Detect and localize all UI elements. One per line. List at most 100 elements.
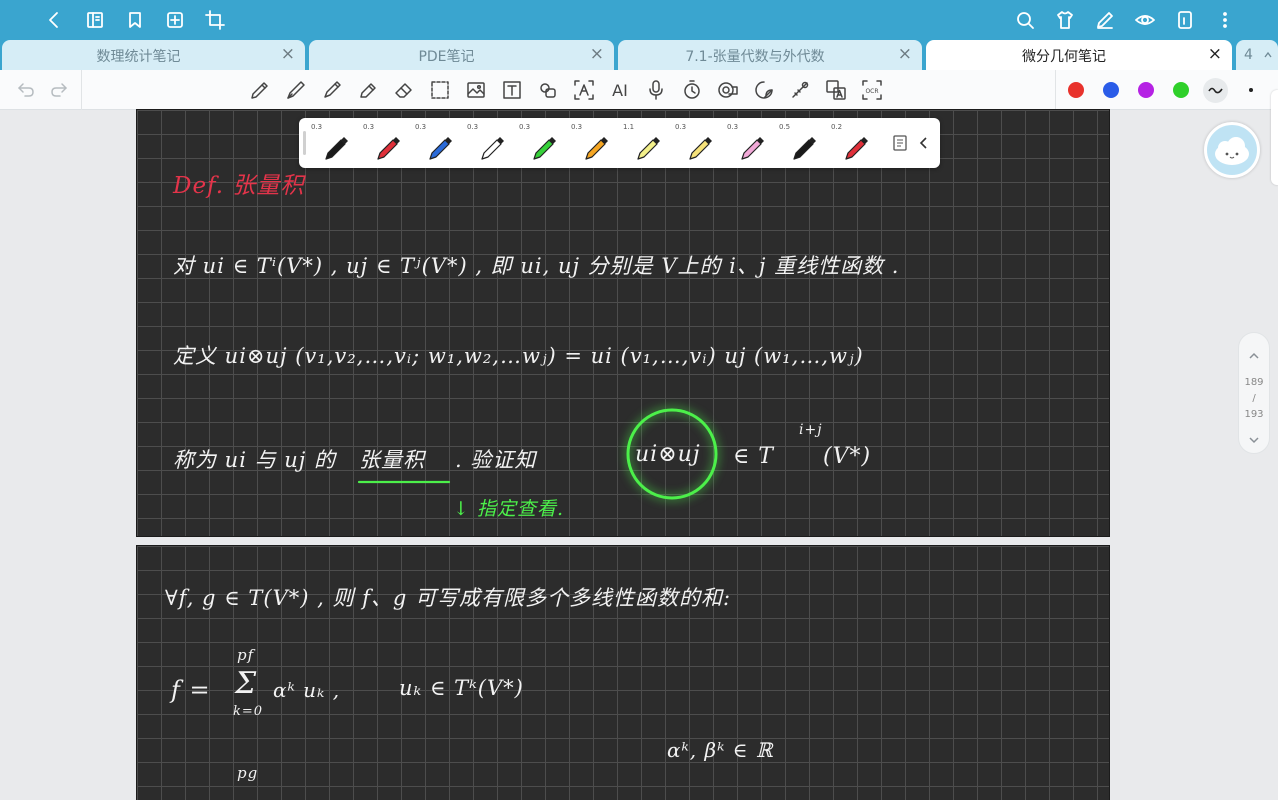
- side-panel-handle[interactable]: [1271, 90, 1278, 185]
- page-up-chevron-icon[interactable]: [1247, 349, 1261, 363]
- page-down-chevron-icon[interactable]: [1247, 433, 1261, 447]
- tab-bar: 数理统计笔记 × PDE笔记 × 7.1-张量代数与外代数 × 微分几何笔记 ×…: [0, 40, 1278, 70]
- top-app-bar: [0, 0, 1278, 40]
- tab-count[interactable]: 4: [1236, 40, 1278, 70]
- notebook-icon[interactable]: [84, 9, 106, 31]
- pen-icon: [689, 137, 712, 160]
- page2-g-sum-upper: pg: [237, 764, 259, 782]
- page2-f-term: αᵏ uₖ ,: [273, 678, 341, 702]
- pen-size-label: 1.1: [623, 123, 635, 131]
- pen-icon: [637, 137, 660, 160]
- color-purple-swatch[interactable]: [1138, 82, 1154, 98]
- tab-pde-notes[interactable]: PDE笔记 ×: [309, 40, 614, 70]
- pen-preset-9[interactable]: 0.3: [723, 118, 775, 168]
- pen-icon: [845, 137, 868, 160]
- fountain-pen-icon[interactable]: [284, 78, 308, 102]
- wave-icon: [1208, 87, 1223, 94]
- chevron-up-icon: [1264, 51, 1272, 58]
- page1-ink-layer: [357, 408, 718, 500]
- more-vertical-icon[interactable]: [1214, 9, 1236, 31]
- pen-icon: [481, 137, 504, 160]
- page2-uk: uₖ ∈ Tᵏ(V*): [399, 676, 524, 700]
- tab-tensor-algebra[interactable]: 7.1-张量代数与外代数 ×: [618, 40, 922, 70]
- pen-size-label: 0.3: [571, 123, 583, 131]
- laser-pointer-icon[interactable]: [788, 78, 812, 102]
- pen-preset-6[interactable]: 0.3: [567, 118, 619, 168]
- pen-mode-icon[interactable]: [1094, 9, 1116, 31]
- stroke-style-button[interactable]: [1203, 78, 1228, 103]
- undo-icon[interactable]: [14, 78, 38, 102]
- current-page-number: 189: [1244, 377, 1264, 388]
- pen-preset-10[interactable]: 0.5: [775, 118, 827, 168]
- pen-icon: [793, 137, 816, 160]
- view-eye-icon[interactable]: [1134, 9, 1156, 31]
- color-blue-swatch[interactable]: [1103, 82, 1119, 98]
- search-icon[interactable]: [1014, 9, 1036, 31]
- palette-settings-icon[interactable]: [891, 134, 909, 152]
- page2-sum-symbol: Σ: [235, 666, 258, 701]
- page2-sum-lower: k=0: [233, 704, 264, 719]
- bookmark-icon[interactable]: [124, 9, 146, 31]
- tab-label: 微分几何笔记: [1022, 49, 1106, 65]
- pen-preset-3[interactable]: 0.3: [411, 118, 463, 168]
- tab-close-icon[interactable]: ×: [281, 44, 295, 64]
- pen-preset-1[interactable]: 0.3: [307, 118, 359, 168]
- palette-drag-handle[interactable]: [303, 131, 306, 155]
- note-page-1[interactable]: Def. 张量积 对 ui ∈ Tⁱ(V*) , uj ∈ Tʲ(V*) , 即…: [136, 109, 1110, 537]
- pen-size-label: 0.3: [363, 123, 375, 131]
- pen-preset-11[interactable]: 0.2: [827, 118, 879, 168]
- page2-line1: ∀f, g ∈ T(V*) , 则 f、g 可写成有限多个多线性函数的和:: [165, 586, 732, 610]
- pencil-tool-icon[interactable]: [248, 78, 272, 102]
- microphone-icon[interactable]: [644, 78, 668, 102]
- pen-size-label: 0.5: [779, 123, 791, 131]
- eraser-icon[interactable]: [392, 78, 416, 102]
- toolbar-divider: [1055, 70, 1056, 110]
- pen-preset-4[interactable]: 0.3: [463, 118, 515, 168]
- pen-icon: [585, 137, 608, 160]
- tab-statistics-notes[interactable]: 数理统计笔记 ×: [2, 40, 305, 70]
- note-canvas[interactable]: Def. 张量积 对 ui ∈ Tⁱ(V*) , uj ∈ Tʲ(V*) , 即…: [0, 109, 1278, 800]
- pen-preset-7[interactable]: 1.1: [619, 118, 671, 168]
- text-recognize-icon[interactable]: [572, 78, 596, 102]
- tab-close-icon[interactable]: ×: [590, 44, 604, 64]
- brush-pen-icon[interactable]: [320, 78, 344, 102]
- text-box-icon[interactable]: [500, 78, 524, 102]
- translate-icon[interactable]: [824, 78, 848, 102]
- tape-icon[interactable]: [716, 78, 740, 102]
- pen-size-label: 0.3: [727, 123, 739, 131]
- stroke-size-dot[interactable]: [1249, 88, 1253, 92]
- theme-shirt-icon[interactable]: [1054, 9, 1076, 31]
- add-page-icon[interactable]: [164, 9, 186, 31]
- color-green-swatch[interactable]: [1173, 82, 1189, 98]
- image-insert-icon[interactable]: [464, 78, 488, 102]
- redo-icon[interactable]: [47, 78, 71, 102]
- tab-close-icon[interactable]: ×: [898, 44, 912, 64]
- tab-label: 数理统计笔记: [96, 49, 181, 65]
- sticker-icon[interactable]: [752, 78, 776, 102]
- pen-preset-2[interactable]: 0.3: [359, 118, 411, 168]
- highlighter-icon[interactable]: [356, 78, 380, 102]
- pen-icon: [325, 137, 348, 160]
- lasso-select-icon[interactable]: [428, 78, 452, 102]
- pen-preset-8[interactable]: 0.3: [671, 118, 723, 168]
- ocr-icon[interactable]: OCR: [860, 78, 884, 102]
- back-arrow-icon[interactable]: [43, 9, 65, 31]
- pen-size-label: 0.3: [415, 123, 427, 131]
- pen-palette: 0.3 0.3 0.3 0.3 0.3 0.3 1.1 0.3 0.3 0.5 0.2: [299, 118, 940, 168]
- assistant-avatar[interactable]: [1204, 122, 1260, 178]
- tab-differential-geometry[interactable]: 微分几何笔记 ×: [926, 40, 1232, 70]
- tab-label: PDE笔记: [418, 49, 475, 65]
- palette-collapse-chevron-icon[interactable]: [915, 134, 933, 152]
- crop-icon[interactable]: [204, 9, 226, 31]
- ai-assistant-button[interactable]: AI: [608, 78, 632, 102]
- note-page-2[interactable]: ∀f, g ∈ T(V*) , 则 f、g 可写成有限多个多线性函数的和: f …: [136, 545, 1110, 800]
- toolbar-divider: [81, 70, 82, 110]
- tablet-icon[interactable]: [1174, 9, 1196, 31]
- tab-label: 7.1-张量代数与外代数: [685, 49, 825, 65]
- shape-tool-icon[interactable]: [536, 78, 560, 102]
- tab-close-icon[interactable]: ×: [1208, 44, 1222, 64]
- pen-preset-5[interactable]: 0.3: [515, 118, 567, 168]
- timer-icon[interactable]: [680, 78, 704, 102]
- tab-count-label: 4: [1244, 47, 1253, 63]
- color-red-swatch[interactable]: [1068, 82, 1084, 98]
